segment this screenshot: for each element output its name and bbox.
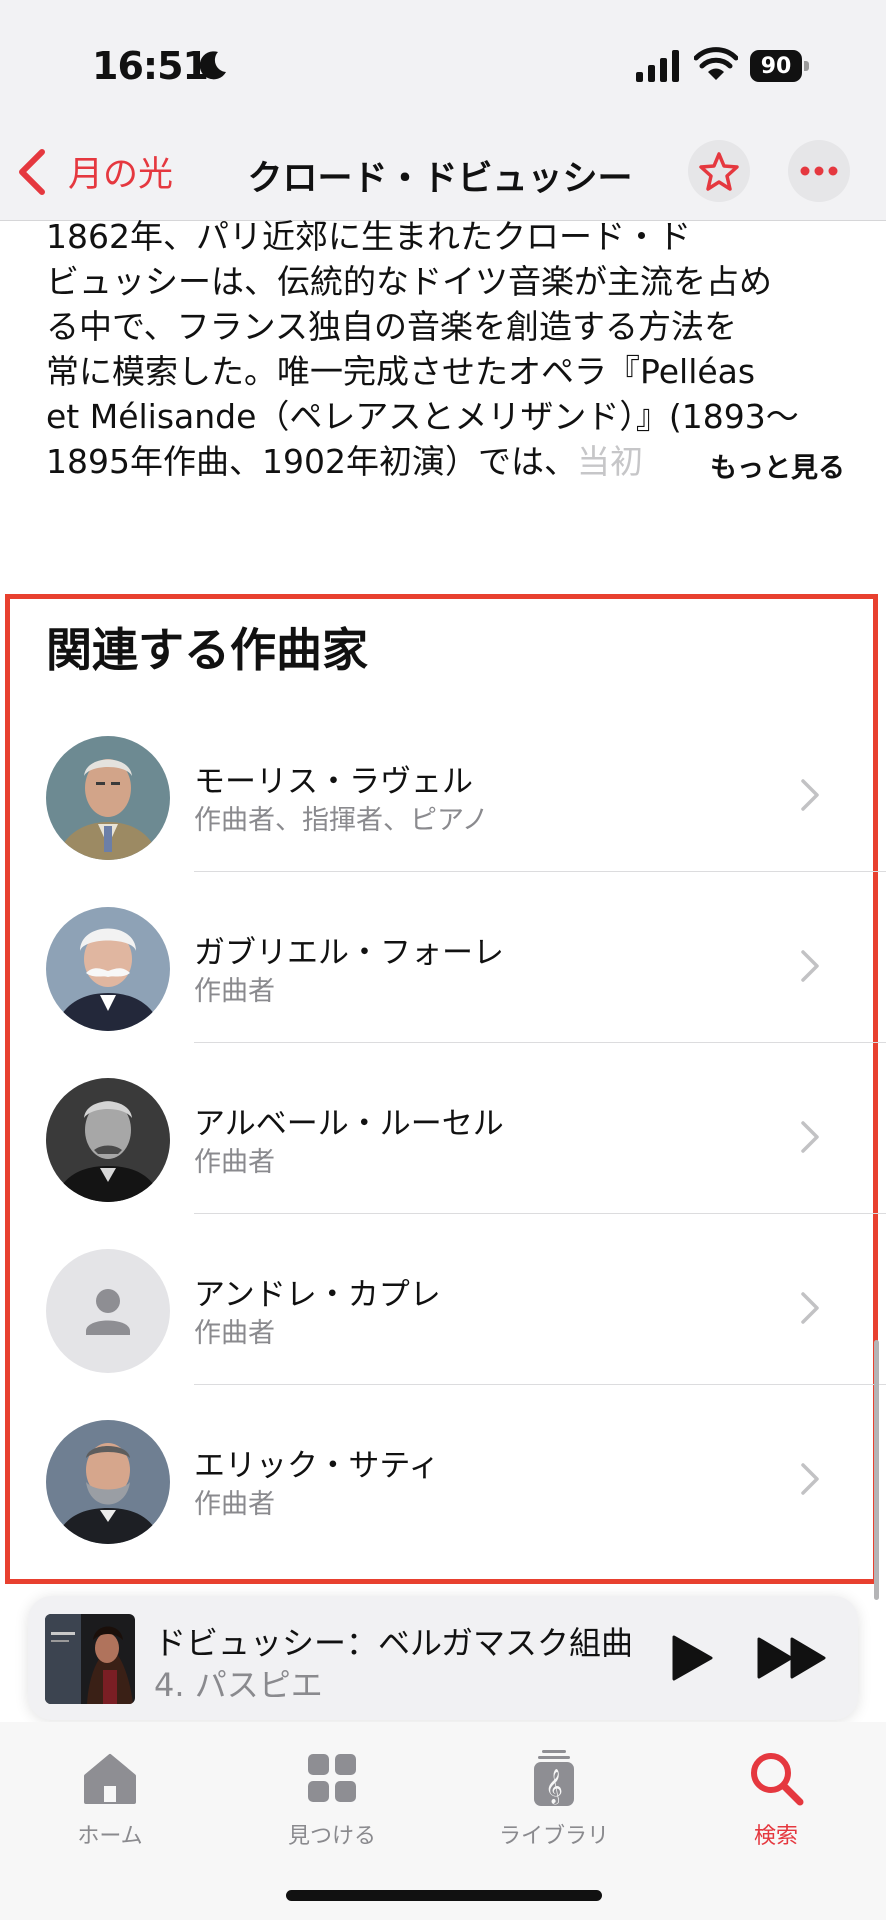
wifi-icon	[694, 47, 738, 80]
bio-line: 1862年、パリ近郊に生まれたクロード・ド	[46, 217, 691, 256]
avatar	[46, 736, 170, 860]
star-icon	[699, 152, 739, 191]
bio-line: る中で、フランス独自の音楽を創造する方法を	[46, 307, 738, 346]
bio-line-text: 1895年作曲、1902年初演）では、	[46, 442, 577, 481]
bio-fade-text: 当初	[576, 442, 643, 481]
bio-line: 常に模索した。唯一完成させたオペラ『Pelléas	[46, 352, 756, 391]
favorite-button[interactable]	[688, 140, 750, 202]
artist-biography: 1862年、パリ近郊に生まれたクロード・ド ビュッシーは、伝統的なドイツ音楽が主…	[46, 214, 846, 484]
chevron-right-icon	[801, 1292, 819, 1324]
focus-moon-icon	[199, 51, 226, 80]
section-title: 関連する作曲家	[46, 623, 368, 677]
chevron-right-icon	[801, 1463, 819, 1495]
tab-label: ライブラリ	[498, 1824, 609, 1849]
bio-line: ビュッシーは、伝統的なドイツ音楽が主流を占め	[46, 262, 772, 301]
library-icon: 𝄞	[534, 1750, 574, 1806]
fast-forward-icon[interactable]	[756, 1636, 828, 1680]
tab-home[interactable]: ホーム	[40, 1748, 180, 1850]
tab-label: 見つける	[287, 1824, 376, 1849]
avatar	[46, 907, 170, 1031]
battery-indicator: 90	[750, 50, 810, 82]
now-playing-title: ドビュッシー：ベルガマスク組曲	[154, 1624, 634, 1662]
show-more-link[interactable]: もっと見る	[702, 446, 845, 485]
home-indicator[interactable]	[286, 1890, 602, 1901]
more-options-button[interactable]	[788, 140, 850, 202]
avatar-placeholder	[46, 1249, 170, 1373]
tab-search[interactable]: 検索	[706, 1748, 846, 1850]
chevron-right-icon	[801, 1121, 819, 1153]
composer-row-satie[interactable]: エリック・サティ 作曲者	[0, 1384, 886, 1555]
svg-text:𝄞: 𝄞	[545, 1769, 563, 1805]
composer-name: アンドレ・カプレ	[194, 1277, 441, 1313]
tab-library[interactable]: 𝄞 ライブラリ	[484, 1748, 624, 1850]
battery-level: 90	[750, 50, 802, 82]
ellipsis-icon	[800, 166, 838, 176]
house-icon	[84, 1754, 136, 1804]
composer-role: 作曲者、指揮者、ピアノ	[194, 805, 489, 836]
scrollbar[interactable]	[874, 1340, 879, 1600]
composer-role: 作曲者	[194, 1147, 275, 1178]
composer-role: 作曲者	[194, 1489, 275, 1520]
composer-role: 作曲者	[194, 1318, 275, 1349]
composer-row-faure[interactable]: ガブリエル・フォーレ 作曲者	[0, 871, 886, 1043]
back-label: 月の光	[68, 155, 174, 195]
composer-name: ガブリエル・フォーレ	[194, 935, 504, 971]
chevron-left-icon	[19, 148, 45, 195]
album-artwork	[45, 1614, 135, 1704]
chevron-right-icon	[801, 950, 819, 982]
composer-name: モーリス・ラヴェル	[194, 764, 473, 800]
tab-label: 検索	[753, 1824, 798, 1849]
play-icon[interactable]	[670, 1634, 714, 1682]
chevron-right-icon	[801, 779, 819, 811]
search-icon	[751, 1753, 804, 1806]
status-time: 16:51	[92, 44, 209, 88]
bio-line: et Mélisande（ペレアスとメリザンド）』(1893～	[46, 397, 799, 436]
avatar	[46, 1420, 170, 1544]
tab-browse[interactable]: 見つける	[262, 1748, 402, 1850]
cellular-signal-icon	[636, 50, 679, 82]
grid-icon	[308, 1754, 356, 1802]
avatar	[46, 1078, 170, 1202]
composer-role: 作曲者	[194, 976, 275, 1007]
composer-row-roussel[interactable]: アルベール・ルーセル 作曲者	[0, 1042, 886, 1214]
composer-row-ravel[interactable]: モーリス・ラヴェル 作曲者、指揮者、ピアノ	[0, 700, 886, 872]
person-icon	[46, 1249, 170, 1373]
composer-row-caplet[interactable]: アンドレ・カプレ 作曲者	[0, 1213, 886, 1385]
back-button[interactable]: 月の光	[14, 146, 173, 197]
page-title: クロード・ドビュッシー	[247, 159, 633, 199]
now-playing-subtitle: 4. パスピエ	[154, 1666, 323, 1704]
composer-name: エリック・サティ	[194, 1448, 440, 1484]
tab-label: ホーム	[77, 1824, 143, 1849]
composer-name: アルベール・ルーセル	[194, 1106, 504, 1142]
